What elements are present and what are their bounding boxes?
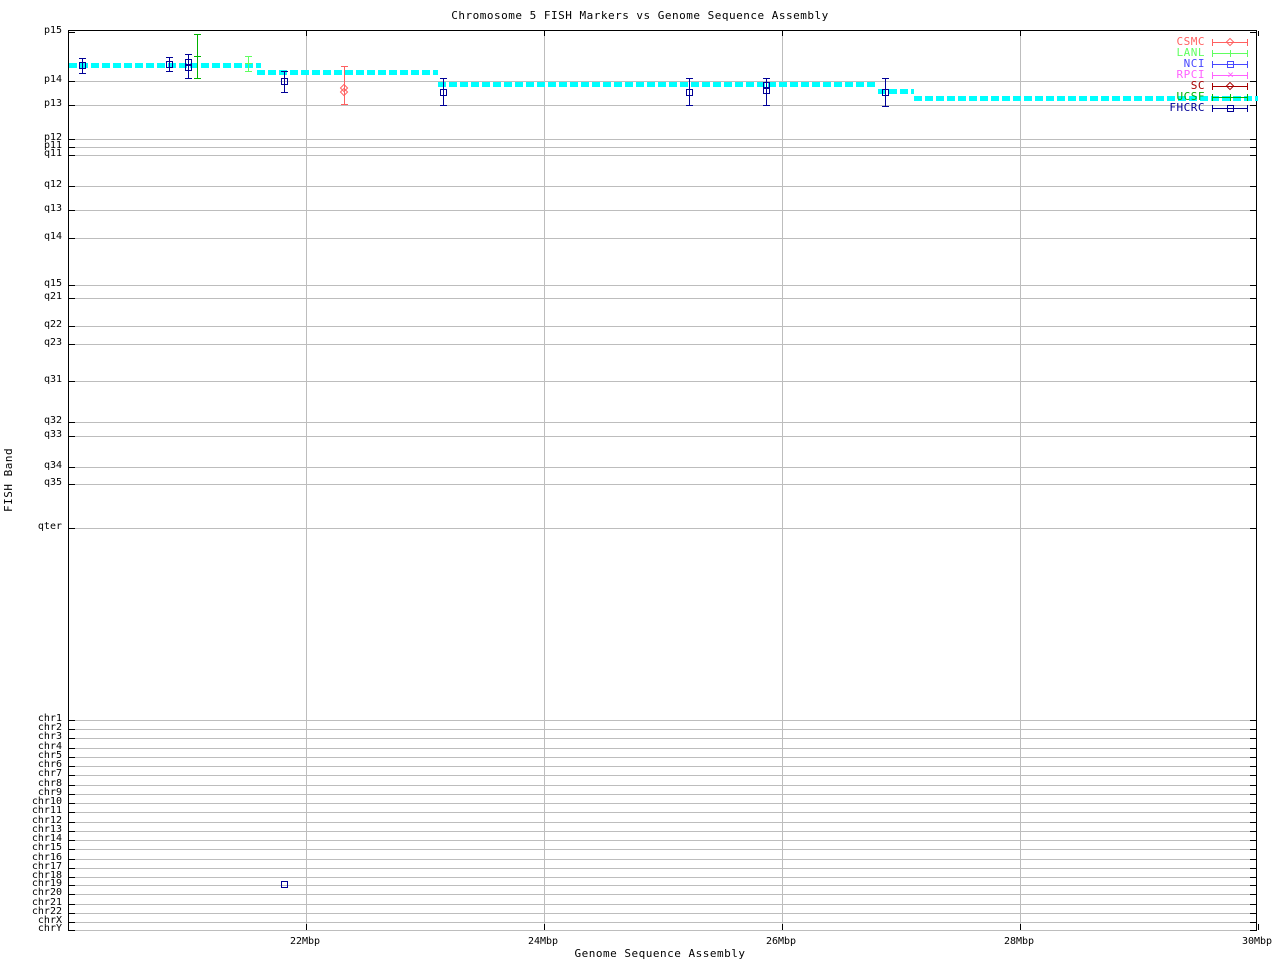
legend-sample-cap (1212, 50, 1213, 57)
square-marker-icon (1227, 61, 1234, 68)
plus-marker-icon (1230, 94, 1231, 101)
legend-sample-cap (1212, 61, 1213, 68)
legend-sample-cap (1247, 105, 1248, 112)
legend-sample-cap (1247, 50, 1248, 57)
legend-sample-cap (1212, 105, 1213, 112)
legend-label-rpci: RPCI (1176, 68, 1205, 81)
legend-sample-cap (1247, 83, 1248, 90)
legend: CSMC LANL NCI RPCI × SC UCSF FHCRC (0, 0, 1280, 960)
square-marker-icon (1227, 105, 1234, 112)
x-marker-icon: × (1227, 68, 1234, 81)
legend-sample-cap (1212, 72, 1213, 79)
chart-canvas: Chromosome 5 FISH Markers vs Genome Sequ… (0, 0, 1280, 960)
plus-marker-icon (1230, 50, 1231, 57)
legend-sample-cap (1212, 83, 1213, 90)
legend-sample-cap (1247, 94, 1248, 101)
legend-sample-cap (1212, 39, 1213, 46)
diamond-marker-icon (1225, 81, 1235, 91)
legend-sample-cap (1247, 39, 1248, 46)
diamond-marker-icon (1225, 37, 1235, 47)
legend-sample-cap (1247, 72, 1248, 79)
legend-sample-cap (1247, 61, 1248, 68)
legend-label-fhcrc: FHCRC (1169, 101, 1205, 114)
legend-sample-cap (1212, 94, 1213, 101)
